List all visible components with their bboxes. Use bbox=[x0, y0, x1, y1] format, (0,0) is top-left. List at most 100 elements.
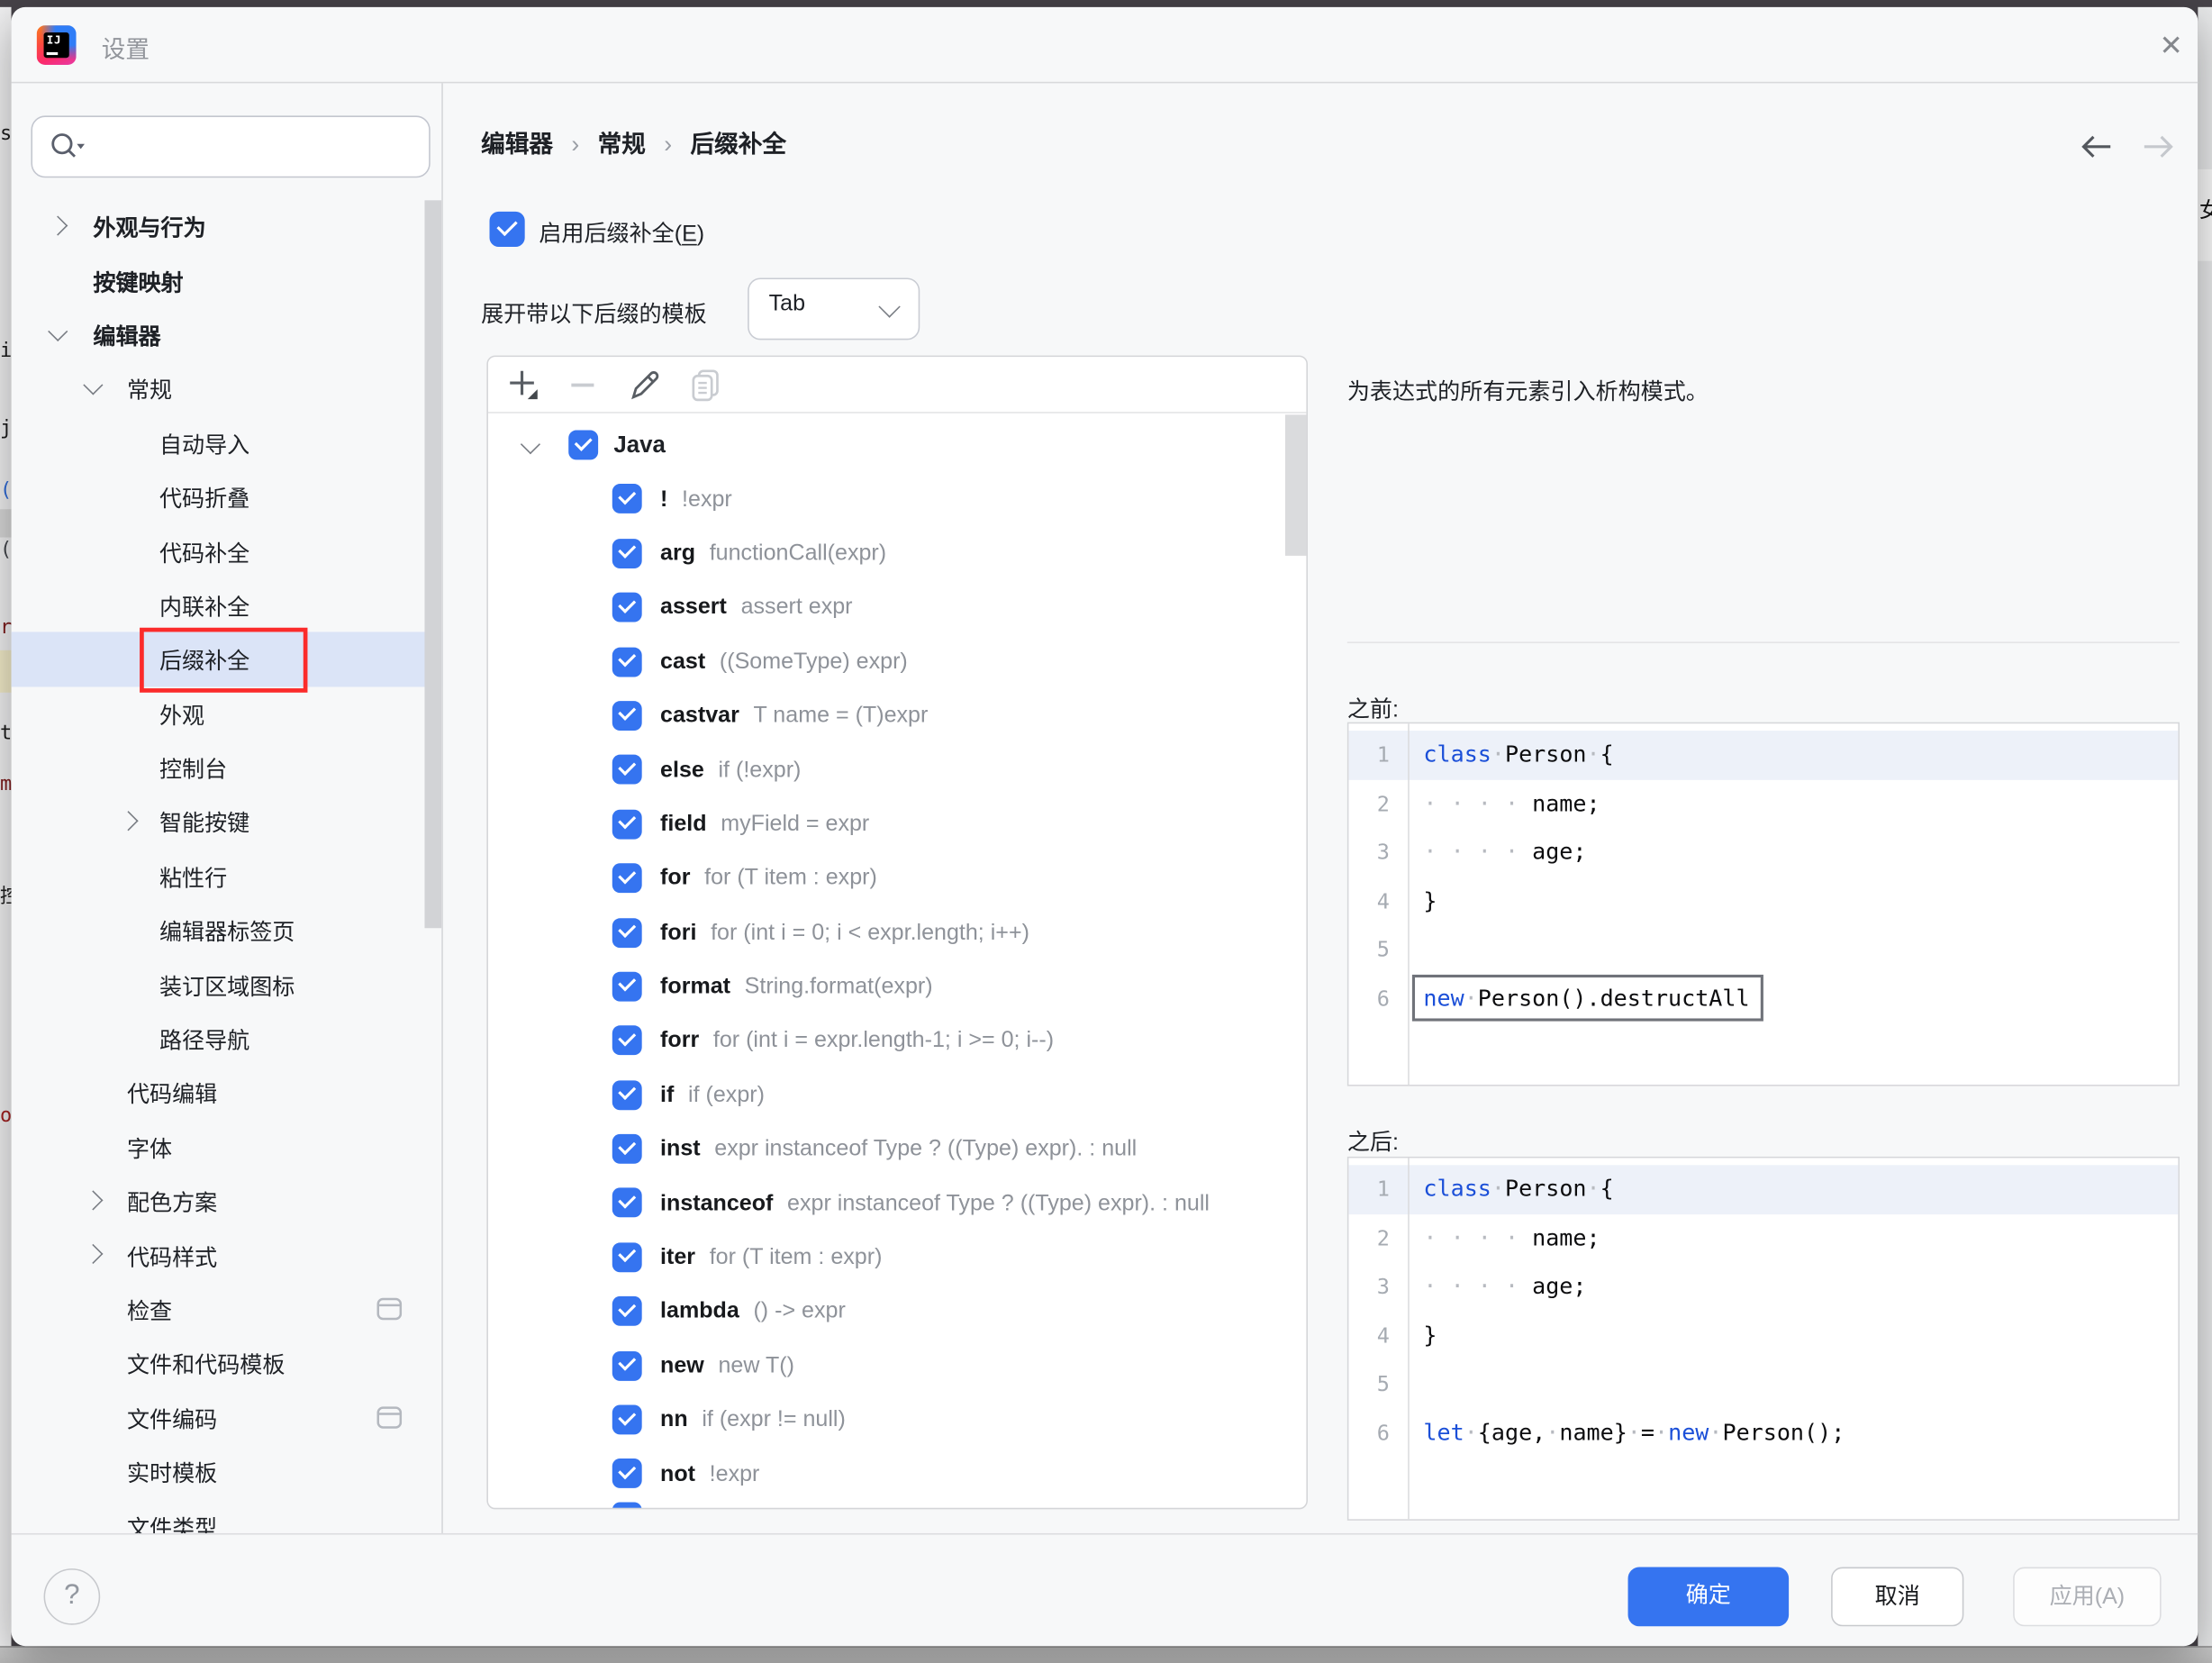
checkbox-checked[interactable] bbox=[612, 1296, 642, 1326]
checkbox-checked[interactable] bbox=[612, 1459, 642, 1489]
template-row-![interactable]: !!expr bbox=[488, 473, 1306, 527]
code-token: name; bbox=[1532, 789, 1600, 816]
remove-template-button[interactable] bbox=[563, 366, 603, 405]
template-row-for[interactable]: forfor (T item : expr) bbox=[488, 852, 1306, 906]
sidebar-item-代码折叠[interactable]: 代码折叠 bbox=[12, 469, 442, 523]
sidebar-item-配色方案[interactable]: 配色方案 bbox=[12, 1174, 442, 1228]
template-row-instanceof[interactable]: instanceofexpr instanceof Type ? ((Type)… bbox=[488, 1177, 1306, 1231]
close-icon[interactable]: ✕ bbox=[2150, 25, 2192, 68]
template-row-not[interactable]: not!expr bbox=[488, 1448, 1306, 1502]
template-row-lambda[interactable]: lambda () -> expr bbox=[488, 1286, 1306, 1340]
sidebar-item-常规[interactable]: 常规 bbox=[12, 361, 442, 415]
checkbox-checked[interactable] bbox=[612, 1350, 642, 1380]
sidebar-item-实时模板[interactable]: 实时模板 bbox=[12, 1444, 442, 1498]
checkbox-checked[interactable] bbox=[612, 918, 642, 948]
chevron-right-icon[interactable] bbox=[83, 1190, 103, 1210]
checkbox-checked[interactable] bbox=[612, 647, 642, 677]
cancel-button[interactable]: 取消 bbox=[1831, 1568, 1963, 1627]
checkbox-checked[interactable] bbox=[612, 972, 642, 1002]
template-row-assert[interactable]: assertassert expr bbox=[488, 581, 1306, 635]
forward-arrow-icon[interactable] bbox=[2139, 130, 2179, 164]
checkbox-checked[interactable] bbox=[612, 539, 642, 568]
sidebar-item-内联补全[interactable]: 内联补全 bbox=[12, 578, 442, 632]
apply-button[interactable]: 应用(A) bbox=[2013, 1568, 2161, 1627]
duplicate-template-button[interactable] bbox=[685, 366, 725, 405]
checkbox-checked[interactable] bbox=[612, 1242, 642, 1272]
checkbox-checked[interactable] bbox=[612, 593, 642, 622]
breadcrumb-item-2[interactable]: 后缀补全 bbox=[690, 132, 786, 159]
template-row-else[interactable]: elseif (!expr) bbox=[488, 744, 1306, 798]
sidebar-item-控制台[interactable]: 控制台 bbox=[12, 741, 442, 795]
sidebar-item-编辑器标签页[interactable]: 编辑器标签页 bbox=[12, 903, 442, 957]
template-name: lambda bbox=[660, 1300, 739, 1324]
ok-button[interactable]: 确定 bbox=[1628, 1568, 1790, 1627]
template-row-cast[interactable]: cast((SomeType) expr) bbox=[488, 635, 1306, 689]
sidebar-item-代码样式[interactable]: 代码样式 bbox=[12, 1228, 442, 1282]
checkbox-checked[interactable] bbox=[612, 1080, 642, 1110]
code-line: 1class·Person·{ bbox=[1348, 731, 2178, 779]
template-row-castvar[interactable]: castvarT name = (T)expr bbox=[488, 690, 1306, 744]
chevron-right-icon[interactable] bbox=[48, 215, 68, 235]
template-row-iter[interactable]: iterfor (T item : expr) bbox=[488, 1231, 1306, 1286]
background-patch bbox=[0, 509, 12, 537]
checkbox-checked[interactable] bbox=[612, 1188, 642, 1218]
template-row-if[interactable]: ifif (expr) bbox=[488, 1068, 1306, 1122]
chevron-down-icon[interactable] bbox=[521, 434, 540, 454]
checkbox-checked[interactable] bbox=[612, 485, 642, 514]
sidebar-item-文件类型[interactable]: 文件类型 bbox=[12, 1498, 442, 1533]
back-arrow-icon[interactable] bbox=[2077, 130, 2117, 164]
chevron-right-icon[interactable] bbox=[118, 812, 138, 832]
code-preview-after: 1class·Person·{2· · · · name;3· · · · ag… bbox=[1347, 1157, 2180, 1521]
sidebar-item-按键映射[interactable]: 按键映射 bbox=[12, 253, 442, 307]
sidebar-item-文件和代码模板[interactable]: 文件和代码模板 bbox=[12, 1336, 442, 1390]
search-box[interactable] bbox=[31, 115, 430, 177]
checkbox-checked[interactable] bbox=[612, 1026, 642, 1056]
sidebar-item-代码编辑[interactable]: 代码编辑 bbox=[12, 1066, 442, 1120]
sidebar-scrollbar-thumb[interactable] bbox=[424, 200, 441, 928]
checkbox-checked[interactable] bbox=[612, 755, 642, 785]
checkbox-checked[interactable] bbox=[612, 863, 642, 893]
sidebar-item-文件编码[interactable]: 文件编码 bbox=[12, 1390, 442, 1444]
sidebar-item-路径导航[interactable]: 路径导航 bbox=[12, 1011, 442, 1065]
templates-scrollbar-thumb[interactable] bbox=[1285, 414, 1308, 556]
sidebar-item-装订区域图标[interactable]: 装订区域图标 bbox=[12, 957, 442, 1011]
sidebar-item-自动导入[interactable]: 自动导入 bbox=[12, 415, 442, 469]
template-row-fori[interactable]: forifor (int i = 0; i < expr.length; i++… bbox=[488, 906, 1306, 960]
checkbox-checked[interactable] bbox=[612, 809, 642, 839]
add-template-button[interactable] bbox=[503, 366, 542, 405]
template-row-format[interactable]: formatString.format(expr) bbox=[488, 960, 1306, 1014]
breadcrumb-item-1[interactable]: 常规 bbox=[598, 132, 646, 159]
search-input[interactable] bbox=[95, 123, 422, 170]
template-row-nn[interactable]: nnif (expr != null) bbox=[488, 1394, 1306, 1448]
template-row-inst[interactable]: instexpr instanceof Type ? ((Type) expr)… bbox=[488, 1122, 1306, 1177]
chevron-right-icon[interactable] bbox=[83, 1245, 103, 1265]
sidebar-item-检查[interactable]: 检查 bbox=[12, 1282, 442, 1336]
template-row-field[interactable]: fieldmyField = expr bbox=[488, 798, 1306, 852]
checkbox-checked[interactable] bbox=[612, 1134, 642, 1164]
sidebar-item-编辑器[interactable]: 编辑器 bbox=[12, 307, 442, 361]
checkbox-checked[interactable] bbox=[612, 1405, 642, 1435]
checkbox-cutoff[interactable] bbox=[612, 1503, 642, 1510]
sidebar-item-外观与行为[interactable]: 外观与行为 bbox=[12, 199, 442, 253]
tree-group-row[interactable]: Java bbox=[488, 419, 1306, 473]
template-row-arg[interactable]: argfunctionCall(expr) bbox=[488, 527, 1306, 581]
code-line: 3· · · · age; bbox=[1348, 1262, 2178, 1311]
sidebar-item-字体[interactable]: 字体 bbox=[12, 1120, 442, 1174]
template-description: () -> expr bbox=[753, 1300, 845, 1324]
sidebar-item-label: 内联补全 bbox=[159, 588, 249, 622]
template-row-forr[interactable]: forrfor (int i = expr.length-1; i >= 0; … bbox=[488, 1014, 1306, 1068]
checkbox-checked[interactable] bbox=[612, 701, 642, 731]
sidebar-item-粘性行[interactable]: 粘性行 bbox=[12, 849, 442, 903]
sidebar-item-代码补全[interactable]: 代码补全 bbox=[12, 523, 442, 577]
checkbox-checked[interactable] bbox=[568, 431, 598, 460]
template-row-new[interactable]: newnew T() bbox=[488, 1340, 1306, 1394]
help-button[interactable]: ? bbox=[44, 1568, 101, 1625]
edit-template-button[interactable] bbox=[625, 366, 665, 405]
chevron-down-icon[interactable] bbox=[83, 376, 103, 395]
breadcrumb-item-0[interactable]: 编辑器 bbox=[481, 132, 553, 159]
expand-key-dropdown[interactable]: Tab bbox=[748, 277, 920, 340]
chevron-down-icon[interactable] bbox=[48, 322, 68, 341]
sidebar-item-外观[interactable]: 外观 bbox=[12, 686, 442, 741]
enable-postfix-checkbox[interactable] bbox=[490, 212, 525, 247]
sidebar-item-智能按键[interactable]: 智能按键 bbox=[12, 795, 442, 849]
